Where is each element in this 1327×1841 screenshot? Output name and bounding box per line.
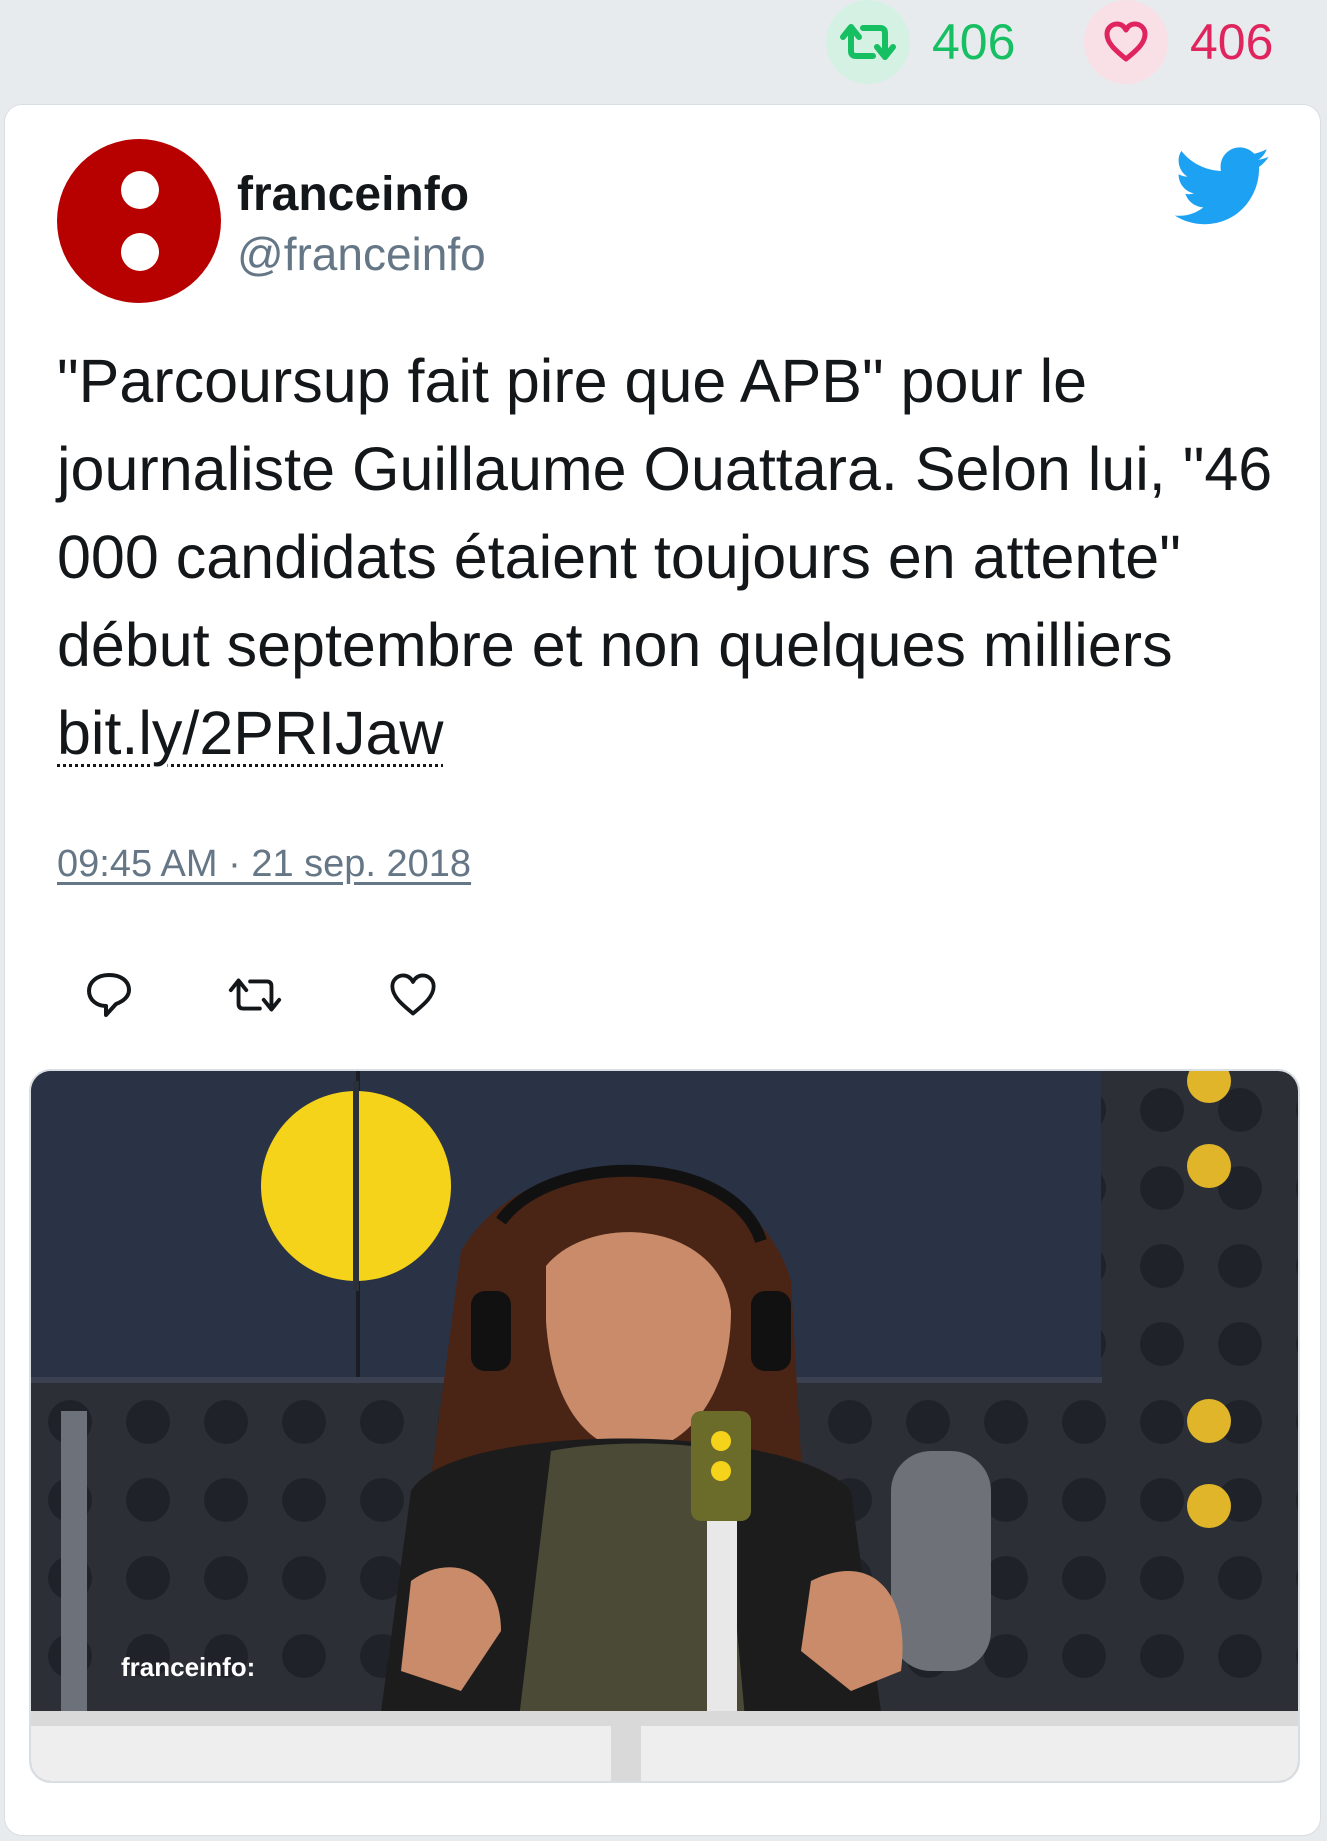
retweet-icon[interactable] [225, 965, 285, 1025]
media-image: franceinfo: [31, 1071, 1298, 1781]
like-count: 406 [1190, 14, 1274, 70]
twitter-bird-icon[interactable] [1174, 147, 1271, 232]
avatar-dot [121, 171, 159, 209]
tweet-body: "Parcoursup fait pire que APB" pour le j… [57, 347, 1273, 679]
media-watermark: franceinfo: [121, 1652, 255, 1682]
tweet-text: "Parcoursup fait pire que APB" pour le j… [57, 337, 1277, 777]
like-stat[interactable]: 406 [1084, 0, 1273, 84]
retweet-count: 406 [932, 14, 1016, 70]
reply-icon[interactable] [79, 965, 139, 1025]
heart-icon[interactable] [1084, 0, 1168, 84]
author-name[interactable]: franceinfo [237, 167, 469, 222]
tweet-link[interactable]: bit.ly/2PRIJaw [57, 699, 443, 767]
tweet-timestamp[interactable]: 09:45 AM · 21 sep. 2018 [57, 843, 471, 886]
retweet-icon[interactable] [826, 0, 910, 84]
author-handle[interactable]: @franceinfo [237, 227, 486, 281]
avatar[interactable] [57, 139, 221, 303]
avatar-dot [121, 233, 159, 271]
retweet-stat[interactable]: 406 [826, 0, 1015, 84]
heart-icon[interactable] [383, 965, 443, 1025]
stats-bar: 406 406 [0, 0, 1327, 100]
tweet-card: franceinfo @franceinfo "Parcoursup fait … [4, 104, 1321, 1836]
tweet-media[interactable]: franceinfo: [29, 1069, 1300, 1783]
